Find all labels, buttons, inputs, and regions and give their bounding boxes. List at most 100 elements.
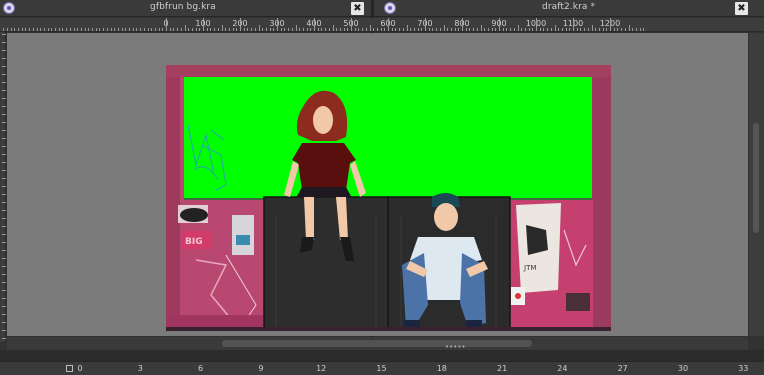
frame-label: 15 xyxy=(376,364,387,373)
ruler-tick xyxy=(40,28,42,31)
ruler-tick xyxy=(536,18,537,31)
ruler-tick xyxy=(465,28,467,31)
ruler-tick xyxy=(539,28,541,31)
ruler-tick xyxy=(2,186,6,187)
ruler-tick xyxy=(388,18,389,31)
ruler-tick xyxy=(2,58,6,59)
ruler-tick xyxy=(2,154,6,155)
girl-face xyxy=(313,106,333,134)
ruler-tick xyxy=(117,28,119,31)
horizontal-ruler[interactable]: 0100200300400500600700800900100011001200 xyxy=(0,18,764,32)
ruler-tick xyxy=(273,28,275,31)
ruler-tick xyxy=(158,28,160,31)
ruler-tick xyxy=(610,18,611,31)
ruler-tick xyxy=(203,18,204,31)
ruler-tick xyxy=(154,28,156,31)
ruler-tick xyxy=(484,28,486,31)
vertical-scroll-thumb[interactable] xyxy=(753,123,759,233)
ruler-tick xyxy=(454,28,456,31)
ruler-tick xyxy=(558,28,560,31)
ruler-tick xyxy=(2,258,6,259)
frame-label: 3 xyxy=(137,364,143,373)
ruler-tick xyxy=(476,28,478,31)
ruler-tick xyxy=(29,28,31,31)
frame-label: 12 xyxy=(316,364,327,373)
frame-label: 21 xyxy=(497,364,508,373)
ruler-tick xyxy=(580,28,582,31)
horizontal-scroll-thumb[interactable] xyxy=(222,340,532,347)
ruler-tick xyxy=(47,28,49,31)
ruler-tick xyxy=(328,28,330,31)
frame-label: 27 xyxy=(617,364,628,373)
ruler-tick xyxy=(228,28,230,31)
ruler-tick xyxy=(132,28,134,31)
ruler-tick xyxy=(561,28,563,31)
svg-text:JTM: JTM xyxy=(523,264,536,272)
ruler-tick xyxy=(206,28,208,31)
ruler-tick xyxy=(547,28,549,31)
ruler-tick xyxy=(125,28,127,31)
close-icon[interactable]: ✖ xyxy=(735,2,748,15)
ruler-tick xyxy=(2,130,6,131)
ruler-tick xyxy=(499,18,500,31)
ruler-tick xyxy=(2,122,6,123)
ruler-tick xyxy=(295,25,297,31)
ruler-tick xyxy=(513,28,515,31)
ruler-tick xyxy=(351,18,352,31)
ruler-tick xyxy=(110,28,112,31)
ruler-tick xyxy=(254,28,256,31)
ruler-tick xyxy=(384,28,386,31)
ruler-tick xyxy=(2,250,6,251)
ruler-tick xyxy=(2,50,6,51)
frame-label: 18 xyxy=(436,364,447,373)
frame-label: 33 xyxy=(738,364,749,373)
ruler-tick xyxy=(543,28,545,31)
ruler-tick xyxy=(2,74,6,75)
panel-separator xyxy=(0,350,764,361)
document-tab-right[interactable]: draft2.kra * ✖ xyxy=(374,0,764,17)
ruler-tick xyxy=(2,266,6,267)
ruler-tick xyxy=(336,28,338,31)
boy-face xyxy=(434,203,458,231)
ruler-tick xyxy=(2,306,6,307)
document-tab-left[interactable]: gfbfrun bg.kra ✖ xyxy=(0,0,371,17)
right-posters: JTM xyxy=(511,200,593,331)
ruler-tick xyxy=(177,28,179,31)
ruler-tick xyxy=(413,28,415,31)
ruler-tick xyxy=(339,28,341,31)
ruler-tick xyxy=(473,28,475,31)
ruler-tick xyxy=(262,28,264,31)
ruler-tick xyxy=(365,28,367,31)
ruler-tick xyxy=(635,28,637,31)
ruler-tick xyxy=(587,28,589,31)
ruler-tick xyxy=(291,28,293,31)
ruler-tick xyxy=(380,28,382,31)
ruler-tick xyxy=(417,28,419,31)
ruler-tick xyxy=(73,28,75,31)
vertical-ruler[interactable] xyxy=(0,32,6,342)
close-icon[interactable]: ✖ xyxy=(351,2,364,15)
frame-icon xyxy=(66,365,73,372)
ruler-tick xyxy=(506,28,508,31)
ruler-tick xyxy=(617,28,619,31)
ruler-tick xyxy=(2,34,6,35)
ruler-tick xyxy=(136,28,138,31)
ruler-tick xyxy=(43,28,45,31)
krita-window: gfbfrun bg.kra ✖ draft2.kra * ✖ 01002003… xyxy=(0,0,764,375)
sticker-eye xyxy=(180,208,208,222)
horizontal-scrollbar[interactable]: ••••• xyxy=(7,337,748,351)
ruler-tick xyxy=(362,28,364,31)
floor-edge xyxy=(166,327,611,331)
ruler-tick xyxy=(410,28,412,31)
ruler-tick xyxy=(302,28,304,31)
ruler-tick xyxy=(284,28,286,31)
ruler-tick xyxy=(2,98,6,99)
ruler-tick xyxy=(2,218,6,219)
vertical-scrollbar[interactable] xyxy=(749,33,764,336)
ruler-tick xyxy=(58,28,60,31)
timeline-frame-ruler[interactable]: 0 3 6 9 12 15 18 21 24 27 30 33 xyxy=(0,361,764,375)
ruler-tick xyxy=(166,18,167,31)
ruler-tick xyxy=(2,90,6,91)
artwork-canvas[interactable]: BIG JTM xyxy=(166,65,611,331)
ruler-tick xyxy=(92,28,93,31)
